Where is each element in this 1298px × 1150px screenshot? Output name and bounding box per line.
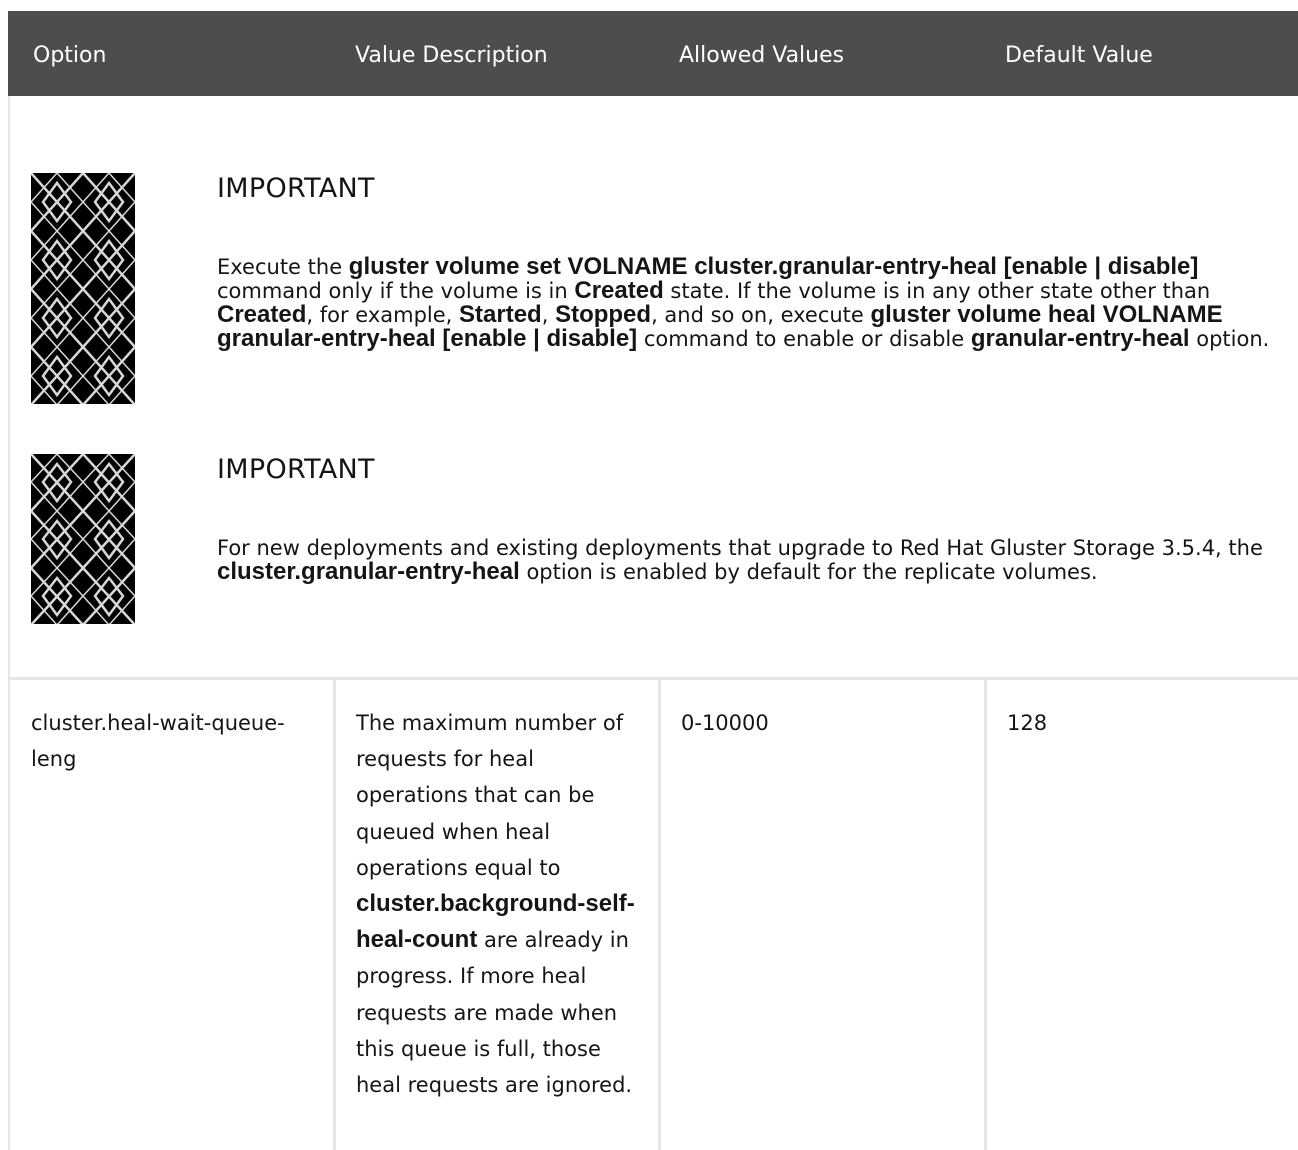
important-pattern-icon	[31, 173, 135, 404]
cell-description: The maximum number of requests for heal …	[356, 711, 635, 1098]
column-divider	[984, 680, 987, 1150]
cell-option: cluster.heal-wait-queue-leng	[31, 705, 301, 777]
important-note-2: IMPORTANT For new deployments and existi…	[31, 454, 1291, 626]
note-title: IMPORTANT	[217, 454, 375, 485]
header-default-value: Default Value	[1005, 43, 1153, 68]
page: Option Value Description Allowed Values …	[0, 0, 1298, 1150]
header-allowed-values: Allowed Values	[679, 43, 845, 68]
important-note-1: IMPORTANT Execute the gluster volume set…	[31, 173, 1291, 405]
default-value: 128	[1007, 711, 1048, 735]
cell-allowed-values: 0-10000	[681, 705, 961, 741]
header-option: Option	[33, 43, 107, 68]
allowed-values: 0-10000	[681, 711, 769, 735]
column-divider	[333, 680, 336, 1150]
important-pattern-icon	[31, 454, 135, 624]
note-title: IMPORTANT	[217, 173, 375, 204]
option-name: cluster.heal-wait-queue-leng	[31, 711, 285, 772]
note-body: Execute the gluster volume set VOLNAME c…	[217, 253, 1270, 352]
header-value-description: Value Description	[355, 43, 548, 68]
table-header: Option Value Description Allowed Values …	[8, 11, 1298, 96]
table-left-border	[8, 96, 10, 1150]
column-divider	[658, 680, 661, 1150]
cell-default-value: 128	[1007, 705, 1277, 741]
note-body: For new deployments and existing deploym…	[217, 536, 1263, 585]
row-divider	[8, 677, 1298, 680]
